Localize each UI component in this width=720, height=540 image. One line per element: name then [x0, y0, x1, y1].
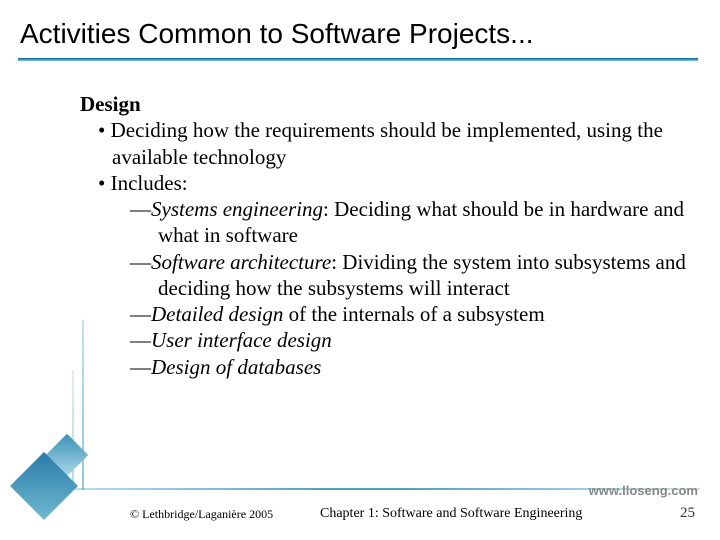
dash-item: —User interface design: [130, 327, 690, 353]
site-url: www.lloseng.com: [589, 483, 698, 498]
slide-title: Activities Common to Software Projects..…: [0, 0, 720, 50]
bullet-item: • Includes:: [98, 170, 690, 196]
decorative-line: [72, 370, 74, 491]
dash-item: —Systems engineering: Deciding what shou…: [130, 196, 690, 249]
corner-graphic: [0, 360, 120, 540]
bullet-text: Deciding how the requirements should be …: [111, 118, 663, 168]
dash-item: —Detailed design of the internals of a s…: [130, 301, 690, 327]
dash-item: —Design of databases: [130, 354, 690, 380]
term: User interface design: [151, 328, 332, 352]
copyright-text: © Lethbridge/Laganière 2005: [130, 507, 273, 522]
term: Design of databases: [151, 355, 321, 379]
section-heading: Design: [80, 91, 690, 117]
slide: Activities Common to Software Projects..…: [0, 0, 720, 540]
content-block: Design • Deciding how the requirements s…: [80, 91, 690, 380]
term: Systems engineering: [151, 197, 323, 221]
bullet-item: • Deciding how the requirements should b…: [98, 117, 690, 170]
bullet-text: Includes:: [111, 171, 188, 195]
decorative-line: [82, 320, 84, 491]
term: Detailed design: [151, 302, 283, 326]
chapter-label: Chapter 1: Software and Software Enginee…: [320, 506, 582, 522]
dash-item: —Software architecture: Dividing the sys…: [130, 249, 690, 302]
term: Software architecture: [151, 250, 331, 274]
page-number: 25: [680, 505, 695, 522]
definition: of the internals of a subsystem: [283, 302, 544, 326]
title-underline: [18, 58, 698, 61]
